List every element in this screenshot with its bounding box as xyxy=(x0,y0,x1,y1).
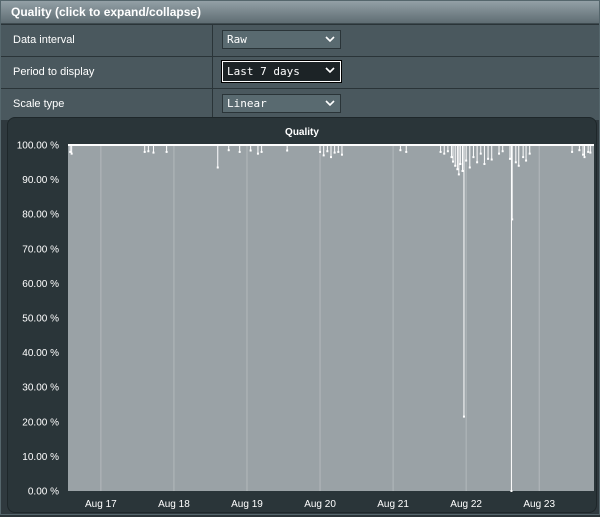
x-tick-label: Aug 20 xyxy=(304,499,336,510)
data-point xyxy=(522,156,525,159)
data-point xyxy=(452,160,455,163)
x-tick-label: Aug 21 xyxy=(377,499,409,510)
y-tick-label: 90.00 % xyxy=(22,175,59,186)
data-interval-label: Data interval xyxy=(1,25,213,56)
data-point xyxy=(340,153,343,156)
data-interval-select[interactable]: Raw xyxy=(222,30,341,49)
data-point xyxy=(456,168,459,171)
y-tick-label: 30.00 % xyxy=(22,383,59,394)
scale-type-row: Scale type Linear xyxy=(1,88,599,120)
data-point xyxy=(511,218,514,221)
y-tick-label: 40.00 % xyxy=(22,348,59,359)
x-tick-label: Aug 22 xyxy=(450,499,482,510)
data-point xyxy=(459,163,462,166)
data-point xyxy=(70,152,73,155)
y-tick-label: 60.00 % xyxy=(22,279,59,290)
data-point xyxy=(476,161,479,164)
data-point xyxy=(322,154,325,157)
y-tick-label: 70.00 % xyxy=(22,244,59,255)
data-point xyxy=(152,151,155,154)
x-tick-label: Aug 23 xyxy=(523,499,555,510)
x-tick-label: Aug 19 xyxy=(231,499,263,510)
data-point xyxy=(578,149,581,152)
data-point xyxy=(446,150,449,153)
period-select[interactable]: Last 7 days xyxy=(221,60,342,83)
x-tick-label: Aug 18 xyxy=(158,499,190,510)
data-point xyxy=(487,157,490,160)
data-point xyxy=(472,156,475,159)
data-point xyxy=(443,152,446,155)
data-point xyxy=(256,152,259,155)
data-point xyxy=(249,149,252,152)
quality-panel: Quality (click to expand/collapse) Data … xyxy=(0,0,600,515)
data-interval-value: Raw xyxy=(227,33,247,46)
data-interval-row: Data interval Raw xyxy=(1,24,599,56)
data-point xyxy=(69,150,72,153)
data-point xyxy=(528,152,531,155)
x-tick-label: Aug 17 xyxy=(85,499,117,510)
data-point xyxy=(450,156,453,159)
data-point xyxy=(517,164,520,167)
scale-type-value: Linear xyxy=(227,97,267,110)
chevron-down-icon xyxy=(325,36,335,43)
data-point xyxy=(337,150,340,153)
data-point xyxy=(238,150,241,153)
period-row: Period to display Last 7 days xyxy=(1,56,599,88)
data-point xyxy=(587,150,590,153)
quality-chart-container: Quality Aug 17 Aug 18 Aug 19 Aug 20 Aug 21 Au… xyxy=(7,117,597,513)
data-point xyxy=(462,415,465,418)
quality-header-toggle[interactable]: Quality (click to expand/collapse) xyxy=(1,1,599,24)
data-point xyxy=(483,163,486,166)
period-label: Period to display xyxy=(1,57,213,88)
data-point xyxy=(143,150,146,153)
y-tick-label: 0.00 % xyxy=(28,487,59,498)
data-point xyxy=(589,151,592,154)
data-point xyxy=(457,173,460,176)
scale-type-label: Scale type xyxy=(1,89,213,120)
data-point xyxy=(333,151,336,154)
chevron-down-icon xyxy=(325,100,335,107)
data-point xyxy=(439,150,442,153)
y-tick-label: 10.00 % xyxy=(22,452,59,463)
data-point xyxy=(286,149,289,152)
chevron-down-icon xyxy=(325,67,335,74)
data-point xyxy=(454,164,457,167)
y-tick-label: 100.00 % xyxy=(17,141,59,152)
data-point xyxy=(501,150,504,153)
scale-type-select[interactable]: Linear xyxy=(222,94,341,113)
data-point xyxy=(582,153,585,156)
data-point xyxy=(490,158,493,161)
y-tick-label: 50.00 % xyxy=(22,314,59,325)
data-point xyxy=(326,150,329,153)
data-point xyxy=(510,490,513,492)
data-point xyxy=(216,166,219,169)
data-point xyxy=(260,150,263,153)
quality-chart[interactable]: Quality Aug 17 Aug 18 Aug 19 Aug 20 Aug 21 Au… xyxy=(8,118,596,512)
data-point xyxy=(319,150,322,153)
data-point xyxy=(465,159,468,162)
y-tick-label: 80.00 % xyxy=(22,210,59,221)
period-value: Last 7 days xyxy=(227,65,300,78)
data-point xyxy=(227,149,230,152)
data-point xyxy=(399,149,402,152)
plot-area xyxy=(68,145,594,491)
data-point xyxy=(583,156,586,159)
data-point xyxy=(525,159,528,162)
data-point xyxy=(571,150,574,153)
data-point xyxy=(405,150,408,153)
data-point xyxy=(468,166,471,169)
data-point xyxy=(479,152,482,155)
data-point xyxy=(330,156,332,159)
data-point xyxy=(498,152,501,155)
data-point xyxy=(508,157,511,160)
y-tick-label: 20.00 % xyxy=(22,417,59,428)
data-point xyxy=(514,161,517,164)
chart-title: Quality xyxy=(285,127,319,138)
header-title: Quality (click to expand/collapse) xyxy=(11,5,202,19)
data-point xyxy=(461,169,464,172)
data-point xyxy=(165,150,168,153)
data-point xyxy=(147,150,150,153)
